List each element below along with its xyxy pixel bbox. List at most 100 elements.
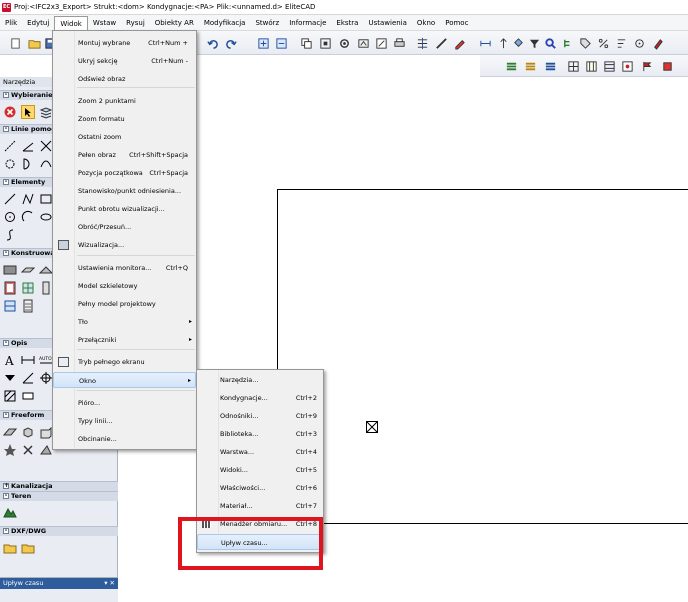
widok-menu-item[interactable]: Typy linii...: [53, 413, 196, 429]
calculator-icon[interactable]: [21, 299, 35, 313]
cube-tool-icon[interactable]: [21, 425, 35, 439]
spline-tool-icon[interactable]: [3, 228, 17, 242]
widok-menu-item[interactable]: Okno ▸: [53, 372, 196, 388]
menu-ustawienia[interactable]: Ustawienia: [363, 16, 411, 30]
widok-menu-item[interactable]: Punkt obrotu wizualizacji...: [53, 201, 196, 217]
angle-line-icon[interactable]: [21, 139, 35, 153]
flag-icon[interactable]: [640, 59, 654, 73]
target-marker-icon[interactable]: [39, 371, 53, 385]
okno-submenu-item[interactable]: Materiał... Ctrl+7: [197, 498, 323, 514]
text-tool-icon[interactable]: A: [3, 353, 17, 368]
terrain-tool-icon[interactable]: [3, 506, 17, 520]
section-kanalizacja[interactable]: + Kanalizacja: [0, 481, 118, 491]
widok-menu-item[interactable]: Pełen obraz Ctrl+Shift+Spacja: [53, 147, 196, 163]
okno-submenu-item[interactable]: Widoki... Ctrl+5: [197, 462, 323, 478]
arrow-up-icon[interactable]: [496, 36, 510, 50]
ellipse-tool-icon[interactable]: [39, 210, 53, 224]
select-cursor-icon[interactable]: [21, 105, 35, 119]
hatch-tool-icon[interactable]: [3, 389, 17, 403]
column-tool-icon[interactable]: [39, 281, 53, 295]
copy-icon[interactable]: [299, 36, 313, 50]
target-icon[interactable]: [632, 36, 646, 50]
filter-icon[interactable]: [527, 36, 541, 50]
door-tool-icon[interactable]: [3, 281, 17, 295]
open-folder-icon[interactable]: [27, 36, 41, 50]
menu-pomoc[interactable]: Pomoc: [440, 16, 473, 30]
percent-icon[interactable]: [596, 36, 610, 50]
widok-menu-item[interactable]: Ukryj sekcję Ctrl+Num -: [53, 53, 196, 69]
widok-menu-item[interactable]: Wizualizacja...: [53, 237, 196, 253]
measure-icon[interactable]: [374, 36, 388, 50]
circle-tool-icon[interactable]: [3, 210, 17, 224]
zoom-minus-icon[interactable]: [274, 36, 288, 50]
circle-point-icon[interactable]: [3, 157, 17, 171]
rotate-shape-icon[interactable]: [21, 443, 35, 457]
okno-submenu-item[interactable]: Narzędzia...: [197, 372, 323, 388]
stop-icon[interactable]: [660, 59, 674, 73]
dxf-import-icon[interactable]: [3, 541, 17, 555]
diagonal-line-icon[interactable]: [3, 139, 17, 153]
arc-tool-icon[interactable]: [21, 210, 35, 224]
time-panel-controls[interactable]: ▾ ✕: [104, 578, 115, 589]
gear-icon[interactable]: [337, 36, 351, 50]
layer-stack-icon[interactable]: [504, 59, 518, 73]
wall-tool-icon[interactable]: [3, 263, 17, 277]
pencil-icon[interactable]: [452, 36, 466, 50]
print-icon[interactable]: [392, 36, 406, 50]
dwg-import-icon[interactable]: [21, 541, 35, 555]
paint-bucket-icon[interactable]: [511, 36, 525, 50]
label-tool-icon[interactable]: [21, 389, 35, 403]
okno-submenu-item[interactable]: Kondygnacje... Ctrl+2: [197, 390, 323, 406]
widok-menu-item[interactable]: Ostatni zoom: [53, 129, 196, 145]
box-tool-icon[interactable]: [39, 425, 53, 439]
tag-icon[interactable]: [578, 36, 592, 50]
grid-2-icon[interactable]: [584, 59, 598, 73]
menu-ekstra[interactable]: Ekstra: [331, 16, 363, 30]
arc-point-icon[interactable]: [21, 157, 35, 171]
layers-icon[interactable]: [356, 36, 370, 50]
search-icon[interactable]: [543, 36, 557, 50]
menu-informacje[interactable]: Informacje: [284, 16, 331, 30]
widok-menu-item[interactable]: Zoom formatu: [53, 111, 196, 127]
marker-icon[interactable]: [650, 36, 664, 50]
menu-modyfikacja[interactable]: Modyfikacja: [199, 16, 251, 30]
grid-icon[interactable]: [566, 59, 580, 73]
curve-point-icon[interactable]: [39, 157, 53, 171]
sweep-shape-icon[interactable]: [39, 443, 53, 457]
widok-menu-item[interactable]: Montuj wybrane Ctrl+Num +: [53, 35, 196, 51]
okno-submenu-item[interactable]: Warstwa... Ctrl+4: [197, 444, 323, 460]
layers-select-icon[interactable]: [39, 105, 53, 119]
intersection-icon[interactable]: [39, 139, 53, 153]
sort-icon[interactable]: [614, 36, 628, 50]
widok-menu-item[interactable]: Zoom 2 punktami: [53, 93, 196, 109]
dimension-tool-icon[interactable]: [21, 353, 35, 367]
polyline-tool-icon[interactable]: [21, 192, 35, 206]
cancel-selection-icon[interactable]: [3, 105, 17, 119]
star-shape-icon[interactable]: [3, 443, 17, 457]
widok-menu-item[interactable]: Model szkieletowy: [53, 278, 196, 294]
menu-rysuj[interactable]: Rysuj: [121, 16, 150, 30]
slab-tool-icon[interactable]: [20, 263, 36, 277]
undo-icon[interactable]: [205, 36, 219, 50]
widok-menu-item[interactable]: Pozycja początkowa Ctrl+Spacja: [53, 165, 196, 181]
tree-icon[interactable]: [561, 36, 575, 50]
menu-edytuj[interactable]: Edytuj: [22, 16, 54, 30]
menu-wstaw[interactable]: Wstaw: [88, 16, 121, 30]
section-teren[interactable]: - Teren: [0, 491, 118, 501]
zoom-plus-icon[interactable]: [256, 36, 270, 50]
window-tool-icon[interactable]: [21, 281, 35, 295]
grid-3-icon[interactable]: [602, 59, 616, 73]
layer-stack-3-icon[interactable]: [543, 59, 557, 73]
widok-menu-item[interactable]: Pełny model projektowy: [53, 296, 196, 312]
select-box-icon[interactable]: [318, 36, 332, 50]
redo-icon[interactable]: [224, 36, 238, 50]
line-tool-icon[interactable]: [3, 192, 17, 206]
level-marker-icon[interactable]: [3, 371, 17, 385]
okno-submenu-item[interactable]: Odnośniki... Ctrl+9: [197, 408, 323, 424]
menu-okno[interactable]: Okno: [412, 16, 440, 30]
distance-icon[interactable]: [478, 36, 492, 50]
menu-obiekty-ar[interactable]: Obiekty AR: [150, 16, 199, 30]
okno-submenu-item[interactable]: Właściwości... Ctrl+6: [197, 480, 323, 496]
widok-menu-item[interactable]: Ustawienia monitora... Ctrl+Q: [53, 260, 196, 276]
widok-menu-item[interactable]: Stanowisko/punkt odniesienia...: [53, 183, 196, 199]
